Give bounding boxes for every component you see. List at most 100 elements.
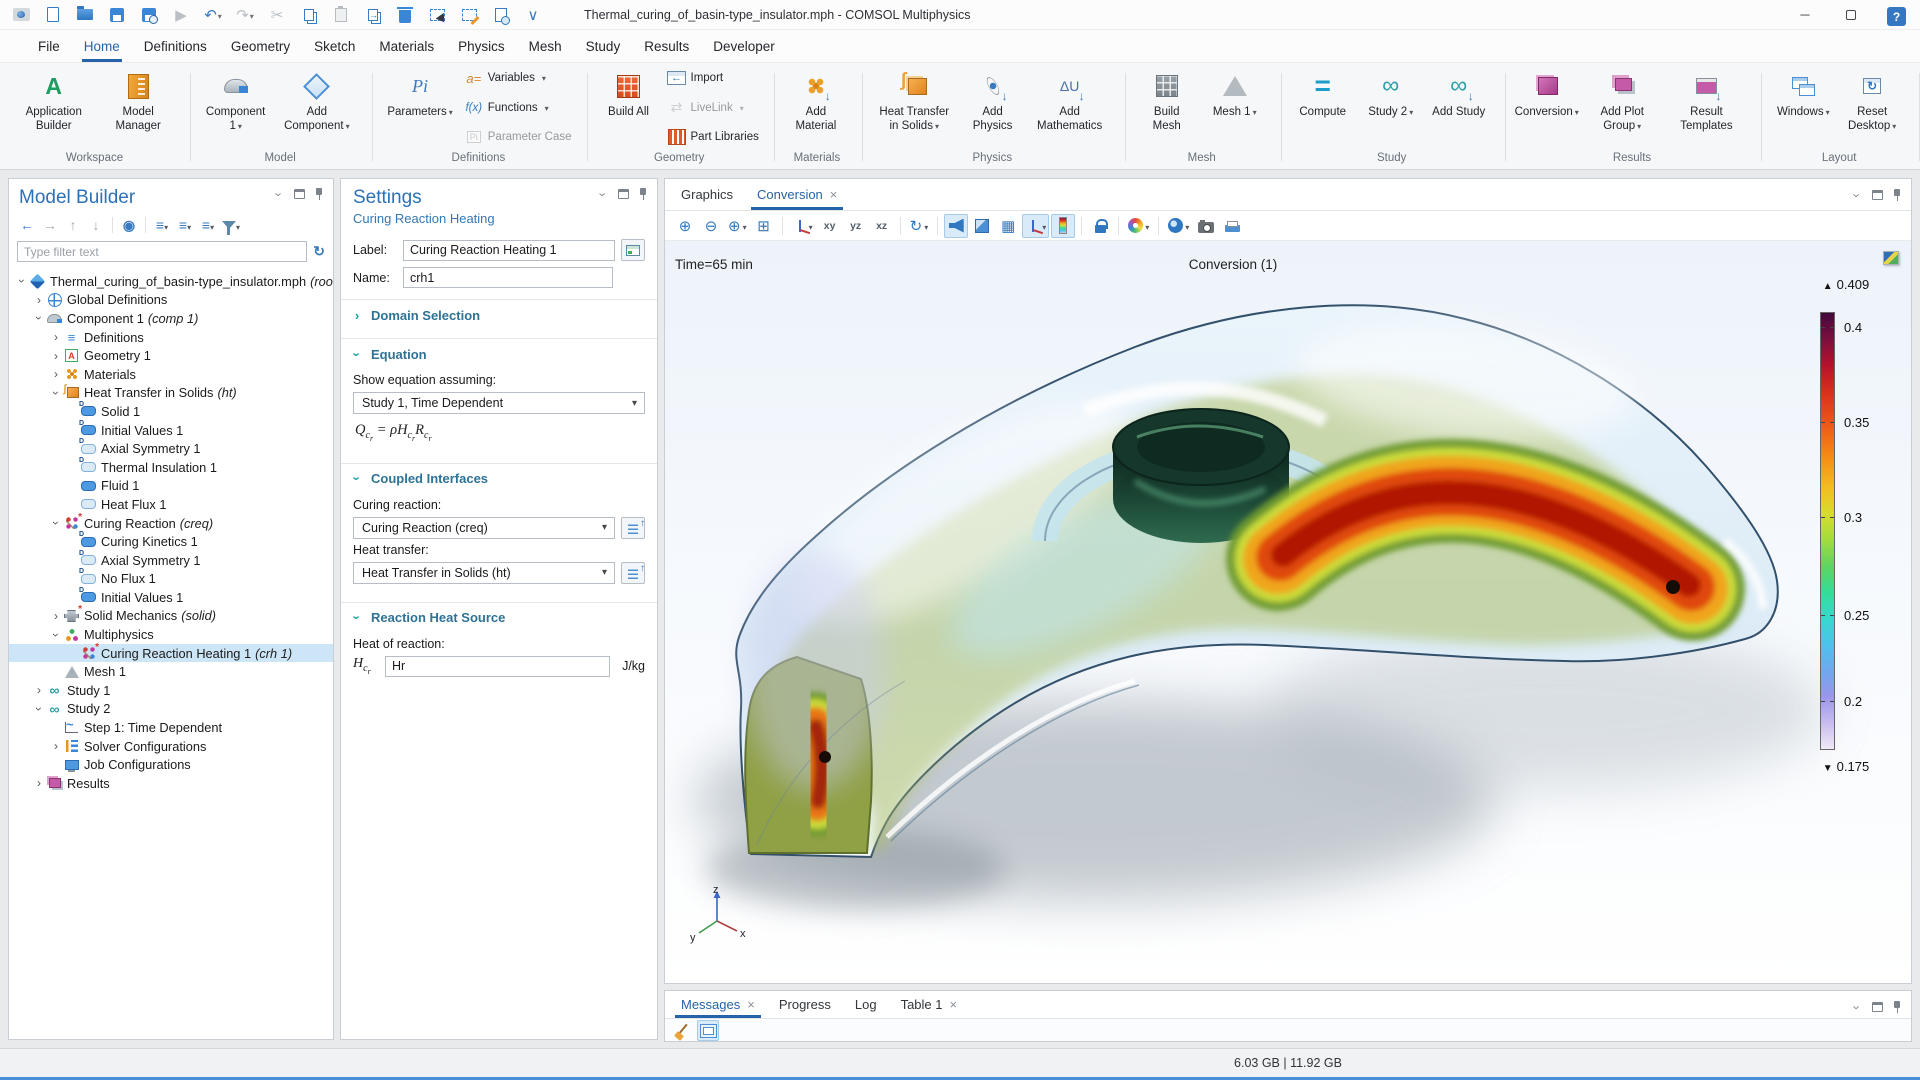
- expander-icon[interactable]: [49, 330, 63, 344]
- add-mathematics-button[interactable]: Add Mathematics: [1028, 68, 1112, 149]
- float-panel-icon[interactable]: [618, 189, 629, 199]
- menu-item[interactable]: Home: [72, 30, 132, 62]
- tree-item[interactable]: Fluid 1: [9, 477, 333, 496]
- panel-menu-icon[interactable]: [1850, 1000, 1864, 1014]
- close-icon[interactable]: ×: [830, 187, 838, 202]
- tree-item[interactable]: Initial Values 1: [9, 421, 333, 440]
- tree-item[interactable]: Solid 1: [9, 402, 333, 421]
- menu-item[interactable]: Developer: [701, 30, 787, 62]
- qat-overflow[interactable]: ∨: [520, 3, 546, 27]
- environment-reflections[interactable]: [1165, 214, 1192, 238]
- float-panel-icon[interactable]: [1872, 190, 1883, 200]
- zoom-extents[interactable]: ⊞: [752, 214, 776, 238]
- clear-selection[interactable]: [456, 3, 482, 27]
- comsol-logo[interactable]: [8, 3, 34, 27]
- build-all-button[interactable]: Build All: [596, 68, 662, 149]
- run[interactable]: ▶: [168, 3, 194, 27]
- zoom-box[interactable]: ⊕: [725, 214, 750, 238]
- add-plot-group-button[interactable]: Add Plot Group: [1582, 68, 1663, 149]
- messages-tab[interactable]: Messages ×: [669, 991, 767, 1018]
- functions-button[interactable]: Functions: [461, 99, 576, 117]
- collapse-all[interactable]: ≡: [175, 215, 195, 235]
- zoom-out[interactable]: ⊖: [699, 214, 723, 238]
- duplicate[interactable]: [360, 3, 386, 27]
- menu-item[interactable]: Results: [632, 30, 701, 62]
- tree-item[interactable]: Initial Values 1: [9, 588, 333, 607]
- orientation-axes[interactable]: [1022, 214, 1049, 238]
- move-up[interactable]: ↑: [63, 215, 83, 235]
- tree-item[interactable]: Solver Configurations: [9, 737, 333, 756]
- parameter-case-button[interactable]: Parameter Case: [461, 128, 576, 146]
- help-button[interactable]: ?: [1887, 7, 1906, 26]
- expander-icon[interactable]: [49, 349, 63, 363]
- zoom-in[interactable]: ⊕: [673, 214, 697, 238]
- curing-reaction-select[interactable]: Curing Reaction (creq): [353, 517, 615, 539]
- panel-menu-icon[interactable]: [272, 187, 286, 201]
- cut[interactable]: ✂: [264, 3, 290, 27]
- tree-item[interactable]: Multiphysics: [9, 625, 333, 644]
- graphics-tab[interactable]: Conversion ×: [745, 179, 849, 210]
- go-back[interactable]: ←: [17, 215, 37, 235]
- tree-item[interactable]: Materials: [9, 365, 333, 384]
- expander-icon[interactable]: [49, 516, 63, 530]
- model-tree-display[interactable]: ≡: [198, 215, 218, 235]
- menu-item[interactable]: Geometry: [219, 30, 302, 62]
- expander-icon[interactable]: [49, 628, 63, 642]
- menu-item[interactable]: Sketch: [302, 30, 367, 62]
- menu-item[interactable]: Materials: [367, 30, 446, 62]
- tree-filter-input[interactable]: [17, 241, 307, 262]
- windows-button[interactable]: Windows: [1770, 68, 1836, 149]
- pin-panel-icon[interactable]: [1891, 188, 1903, 202]
- name-input[interactable]: [403, 267, 613, 288]
- clear-messages[interactable]: [671, 1020, 693, 1041]
- go-to-source-button[interactable]: [621, 562, 645, 584]
- tree-item[interactable]: Axial Symmetry 1: [9, 551, 333, 570]
- refresh-icon[interactable]: ↻: [313, 243, 325, 260]
- livelink-button[interactable]: LiveLink: [664, 99, 763, 117]
- open-file[interactable]: [72, 3, 98, 27]
- open-in-window[interactable]: [697, 1020, 719, 1041]
- minimize-button[interactable]: ─: [1782, 0, 1828, 30]
- material-color[interactable]: [944, 214, 968, 238]
- study-2-button[interactable]: Study 2: [1358, 68, 1424, 149]
- tree-item[interactable]: Curing Reaction (creq): [9, 514, 333, 533]
- tree-item[interactable]: Heat Transfer in Solids (ht): [9, 384, 333, 403]
- expander-icon[interactable]: [32, 683, 46, 697]
- build-mesh-button[interactable]: Build Mesh: [1134, 68, 1200, 149]
- rotate-view[interactable]: ↻: [907, 214, 932, 238]
- menu-item[interactable]: Definitions: [132, 30, 219, 62]
- model-manager-button[interactable]: Model Manager: [99, 68, 177, 149]
- tree-item[interactable]: Study 2: [9, 700, 333, 719]
- pin-panel-icon[interactable]: [1891, 1000, 1903, 1014]
- expander-icon[interactable]: [49, 367, 63, 381]
- menu-item[interactable]: Physics: [446, 30, 517, 62]
- tree-item[interactable]: Curing Reaction Heating 1 (crh 1): [9, 644, 333, 663]
- scene-light[interactable]: [1125, 214, 1152, 238]
- heat-of-reaction-input[interactable]: [385, 656, 610, 677]
- expander-icon[interactable]: [32, 702, 46, 716]
- view-yz[interactable]: yz: [844, 214, 868, 238]
- reset-desktop-button[interactable]: Reset Desktop: [1838, 68, 1906, 149]
- filter[interactable]: [221, 215, 241, 235]
- expander-icon[interactable]: [15, 274, 29, 288]
- color-legend[interactable]: [1051, 214, 1075, 238]
- paste[interactable]: [328, 3, 354, 27]
- show-grid[interactable]: ▦: [996, 214, 1020, 238]
- equation-study-select[interactable]: Study 1, Time Dependent: [353, 392, 645, 414]
- expander-icon[interactable]: [49, 386, 63, 400]
- close-icon[interactable]: ×: [950, 997, 958, 1012]
- undo[interactable]: ↶: [200, 3, 226, 27]
- redo[interactable]: ↷: [232, 3, 258, 27]
- tree-item[interactable]: No Flux 1: [9, 570, 333, 589]
- show-toggle[interactable]: ◉: [119, 215, 139, 235]
- heat-transfer-select[interactable]: Heat Transfer in Solids (ht): [353, 562, 615, 584]
- float-panel-icon[interactable]: [294, 189, 305, 199]
- move-down[interactable]: ↓: [86, 215, 106, 235]
- component-1-button[interactable]: Component 1: [199, 68, 272, 149]
- menu-item[interactable]: Study: [574, 30, 633, 62]
- view-xy[interactable]: xy: [818, 214, 842, 238]
- tree-item[interactable]: Curing Kinetics 1: [9, 532, 333, 551]
- conversion-button[interactable]: Conversion: [1514, 68, 1580, 149]
- tree-item[interactable]: Component 1 (comp 1): [9, 309, 333, 328]
- import-button[interactable]: Import: [664, 69, 763, 87]
